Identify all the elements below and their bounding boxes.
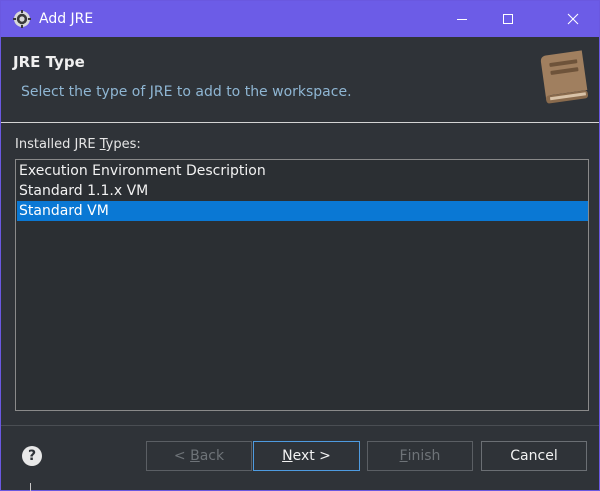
next-button-label: ext > — [292, 448, 331, 464]
close-icon — [567, 13, 578, 25]
close-button[interactable] — [546, 1, 599, 37]
help-icon[interactable]: ? — [22, 446, 42, 466]
jre-book-icon — [540, 50, 589, 104]
minimize-icon — [457, 19, 467, 20]
finish-button[interactable]: Finish — [367, 441, 473, 471]
maximize-button[interactable] — [485, 1, 531, 37]
list-item-standard-vm[interactable]: Standard VM — [17, 201, 588, 221]
title-bar[interactable]: Add JRE — [1, 1, 599, 37]
back-button-label: ack — [199, 448, 225, 464]
page-description: Select the type of JRE to add to the wor… — [21, 84, 352, 100]
finish-button-label: inish — [407, 448, 441, 464]
wizard-banner: JRE Type Select the type of JRE to add t… — [1, 37, 599, 121]
next-button-mnemonic: N — [282, 448, 293, 464]
banner-separator — [1, 122, 599, 123]
jre-types-list[interactable]: Execution Environment Description Standa… — [15, 159, 589, 411]
footer-separator — [1, 425, 599, 426]
installed-jre-types-label: Installed JRE Types: — [15, 137, 141, 152]
eclipse-gear-icon — [13, 10, 31, 28]
window-title: Add JRE — [39, 11, 94, 27]
add-jre-dialog: Add JRE JRE Type Select the type of JRE … — [0, 0, 600, 491]
next-button[interactable]: Next > — [253, 441, 360, 471]
list-item-standard-1-1-x-vm[interactable]: Standard 1.1.x VM — [17, 181, 588, 201]
back-button[interactable]: < Back — [146, 441, 252, 471]
list-item-execution-environment[interactable]: Execution Environment Description — [17, 161, 588, 181]
back-button-prefix: < — [173, 448, 191, 464]
cancel-button[interactable]: Cancel — [481, 441, 587, 471]
minimize-button[interactable] — [439, 1, 485, 37]
page-title: JRE Type — [13, 53, 85, 71]
resize-mark — [30, 483, 31, 491]
maximize-icon — [503, 14, 513, 24]
back-button-mnemonic: B — [190, 448, 200, 464]
finish-button-mnemonic: F — [399, 448, 408, 464]
